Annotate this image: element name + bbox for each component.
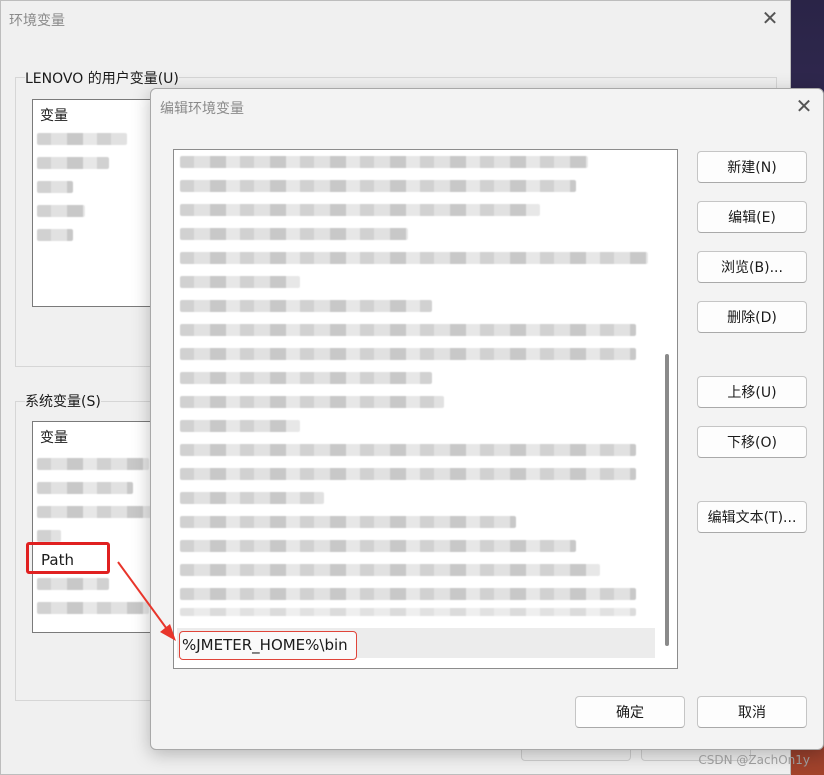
close-icon[interactable]: ✕	[793, 96, 815, 118]
delete-button-label: 删除(D)	[727, 310, 777, 326]
path-entries-list[interactable]: %JMETER_HOME%\bin	[173, 149, 678, 669]
list-item[interactable]	[180, 444, 636, 456]
user-list-column-header: 变量	[40, 108, 68, 124]
list-item[interactable]	[37, 482, 133, 494]
list-item[interactable]	[180, 372, 432, 384]
edit-button[interactable]: 编辑(E)	[697, 201, 807, 233]
list-item[interactable]	[180, 492, 324, 504]
list-item[interactable]	[180, 608, 636, 616]
browse-button-label: 浏览(B)...	[721, 260, 783, 276]
move-down-button[interactable]: 下移(O)	[697, 426, 807, 458]
list-item[interactable]	[37, 205, 85, 217]
edit-environment-variable-dialog: 编辑环境变量 ✕ %JMETER_HOME%\bin 新建(N) 编辑(E) 浏…	[150, 88, 824, 750]
list-item[interactable]	[180, 276, 300, 288]
system-variables-label: 系统变量(S)	[25, 391, 101, 411]
list-item[interactable]	[180, 204, 540, 216]
list-item[interactable]	[180, 252, 648, 264]
list-item[interactable]	[37, 181, 73, 193]
list-item[interactable]	[180, 300, 432, 312]
list-item[interactable]	[37, 530, 61, 542]
move-up-button-label: 上移(U)	[727, 385, 777, 401]
ok-button[interactable]: 确定	[575, 696, 685, 728]
env-titlebar: 环境变量 ✕	[1, 1, 790, 37]
new-button[interactable]: 新建(N)	[697, 151, 807, 183]
new-button-label: 新建(N)	[727, 160, 777, 176]
list-item[interactable]	[180, 324, 636, 336]
delete-button[interactable]: 删除(D)	[697, 301, 807, 333]
list-item[interactable]	[180, 516, 516, 528]
list-item[interactable]	[180, 180, 576, 192]
list-item[interactable]	[180, 228, 408, 240]
list-item[interactable]	[180, 156, 588, 168]
list-item[interactable]	[37, 458, 149, 470]
path-variable-highlight[interactable]: Path	[26, 542, 110, 574]
list-item[interactable]	[180, 348, 636, 360]
edit-text-button[interactable]: 编辑文本(T)...	[697, 501, 807, 533]
cancel-button[interactable]: 取消	[697, 696, 807, 728]
list-scrollbar[interactable]	[665, 354, 669, 646]
move-up-button[interactable]: 上移(U)	[697, 376, 807, 408]
list-item[interactable]	[37, 506, 153, 518]
list-item[interactable]	[37, 229, 73, 241]
new-path-entry[interactable]: %JMETER_HOME%\bin	[179, 631, 357, 660]
list-item[interactable]	[37, 157, 109, 169]
edit-dialog-title: 编辑环境变量	[160, 101, 244, 117]
list-item[interactable]	[180, 420, 300, 432]
new-path-entry-text: %JMETER_HOME%\bin	[182, 636, 348, 654]
list-item[interactable]	[180, 564, 600, 576]
watermark: CSDN @ZachOn1y	[698, 753, 810, 767]
list-item[interactable]	[37, 578, 109, 590]
path-variable-label: Path	[41, 551, 74, 569]
user-variables-label: LENOVO 的用户变量(U)	[25, 68, 179, 88]
edit-text-button-label: 编辑文本(T)...	[707, 510, 797, 526]
list-item[interactable]	[180, 588, 636, 600]
cancel-button-label: 取消	[738, 705, 766, 721]
env-window-title: 环境变量	[9, 13, 65, 29]
list-item[interactable]	[180, 396, 444, 408]
user-variables-list[interactable]: 变量	[32, 99, 162, 307]
browse-button[interactable]: 浏览(B)...	[697, 251, 807, 283]
edit-button-label: 编辑(E)	[728, 210, 776, 226]
list-item[interactable]	[180, 468, 636, 480]
ok-button-label: 确定	[616, 705, 644, 721]
close-icon[interactable]: ✕	[759, 8, 781, 30]
list-item[interactable]	[180, 540, 576, 552]
system-variables-list[interactable]: 变量	[32, 421, 162, 633]
move-down-button-label: 下移(O)	[727, 435, 777, 451]
system-list-column-header: 变量	[40, 430, 68, 446]
list-item[interactable]	[37, 133, 127, 145]
edit-titlebar: 编辑环境变量 ✕	[151, 89, 823, 125]
list-item[interactable]	[37, 602, 149, 614]
